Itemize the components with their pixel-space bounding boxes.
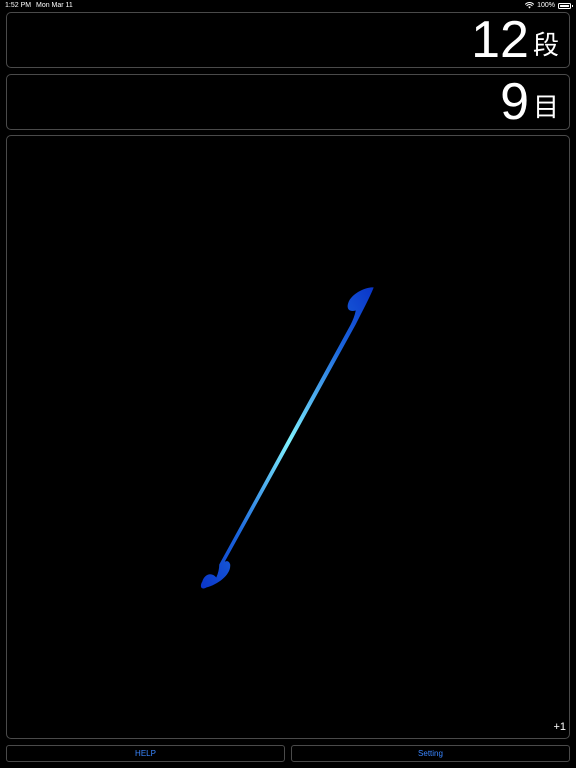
wifi-icon [525,2,535,9]
battery-percent: 100% [537,2,555,9]
tap-counter-area[interactable]: +1 [6,135,570,739]
status-date: Mon Mar 11 [36,2,73,9]
stitches-count: 9 [500,73,529,131]
status-indicators: 100% [525,0,573,11]
setting-button[interactable]: Setting [291,745,570,762]
rows-counter-panel[interactable]: 12 段 [6,12,570,68]
rows-counter: 12 段 [471,13,559,67]
crochet-hook-icon [200,287,374,589]
status-bar: 1:52 PM Mon Mar 11 100% [0,0,576,11]
stitches-counter-panel[interactable]: 9 目 [6,74,570,130]
status-time: 1:52 PM [5,2,32,9]
stitches-counter: 9 目 [500,75,559,129]
help-button[interactable]: HELP [6,745,285,762]
stitches-unit: 目 [532,93,559,123]
rows-unit: 段 [532,31,559,61]
increment-label: +1 [553,721,566,733]
rows-count: 12 [471,11,529,69]
battery-icon [558,2,573,9]
